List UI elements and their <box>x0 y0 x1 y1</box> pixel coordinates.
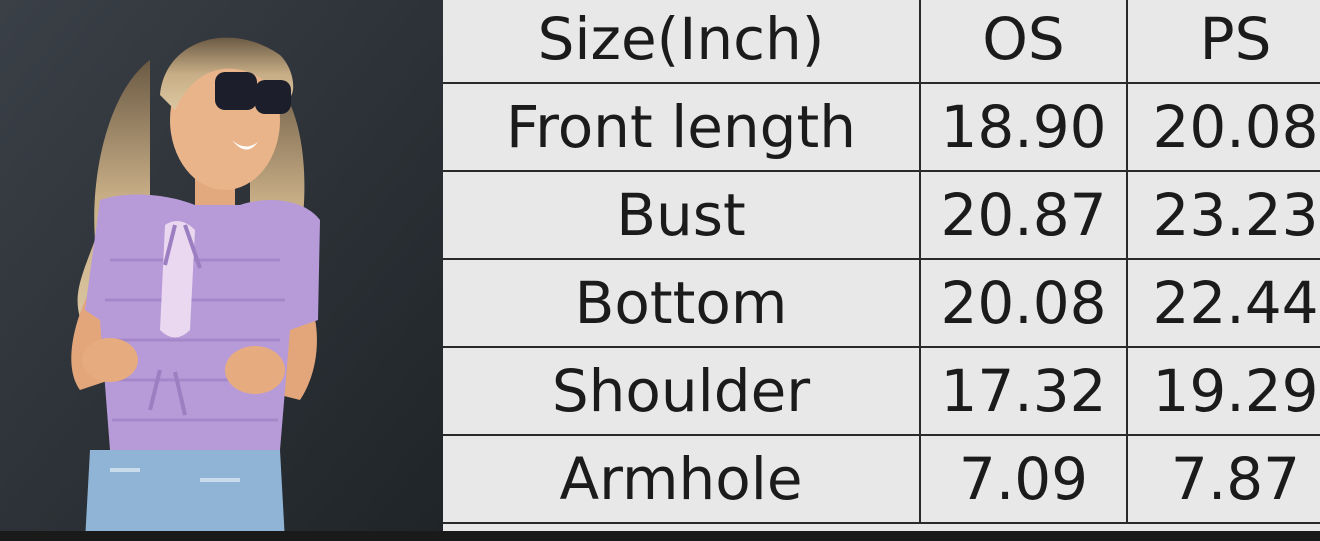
os-value: 7.09 <box>919 434 1128 524</box>
measurement-label: Front length <box>443 82 921 172</box>
ps-value: 20.08 <box>1126 82 1320 172</box>
size-chart: Size(Inch) OS PS Front length 18.90 20.0… <box>443 0 1320 531</box>
ps-value: 23.23 <box>1126 170 1320 260</box>
table-row: Shoulder 17.32 19.29 <box>443 346 1320 436</box>
header-os: OS <box>919 0 1128 84</box>
header-ps: PS <box>1126 0 1320 84</box>
model-illustration <box>0 0 443 541</box>
measurement-label: Armhole <box>443 434 921 524</box>
os-value: 20.08 <box>919 258 1128 348</box>
size-table: Size(Inch) OS PS Front length 18.90 20.0… <box>443 0 1320 524</box>
bottom-border <box>0 531 1320 541</box>
measurement-label: Bust <box>443 170 921 260</box>
table-header-row: Size(Inch) OS PS <box>443 0 1320 84</box>
os-value: 18.90 <box>919 82 1128 172</box>
ps-value: 22.44 <box>1126 258 1320 348</box>
table-row: Front length 18.90 20.08 <box>443 82 1320 172</box>
os-value: 20.87 <box>919 170 1128 260</box>
os-value: 17.32 <box>919 346 1128 436</box>
model-photo <box>0 0 443 541</box>
ps-value: 19.29 <box>1126 346 1320 436</box>
table-row: Armhole 7.09 7.87 <box>443 434 1320 524</box>
ps-value: 7.87 <box>1126 434 1320 524</box>
measurement-label: Shoulder <box>443 346 921 436</box>
header-size-label: Size(Inch) <box>443 0 921 84</box>
table-row: Bust 20.87 23.23 <box>443 170 1320 260</box>
measurement-label: Bottom <box>443 258 921 348</box>
table-row: Bottom 20.08 22.44 <box>443 258 1320 348</box>
